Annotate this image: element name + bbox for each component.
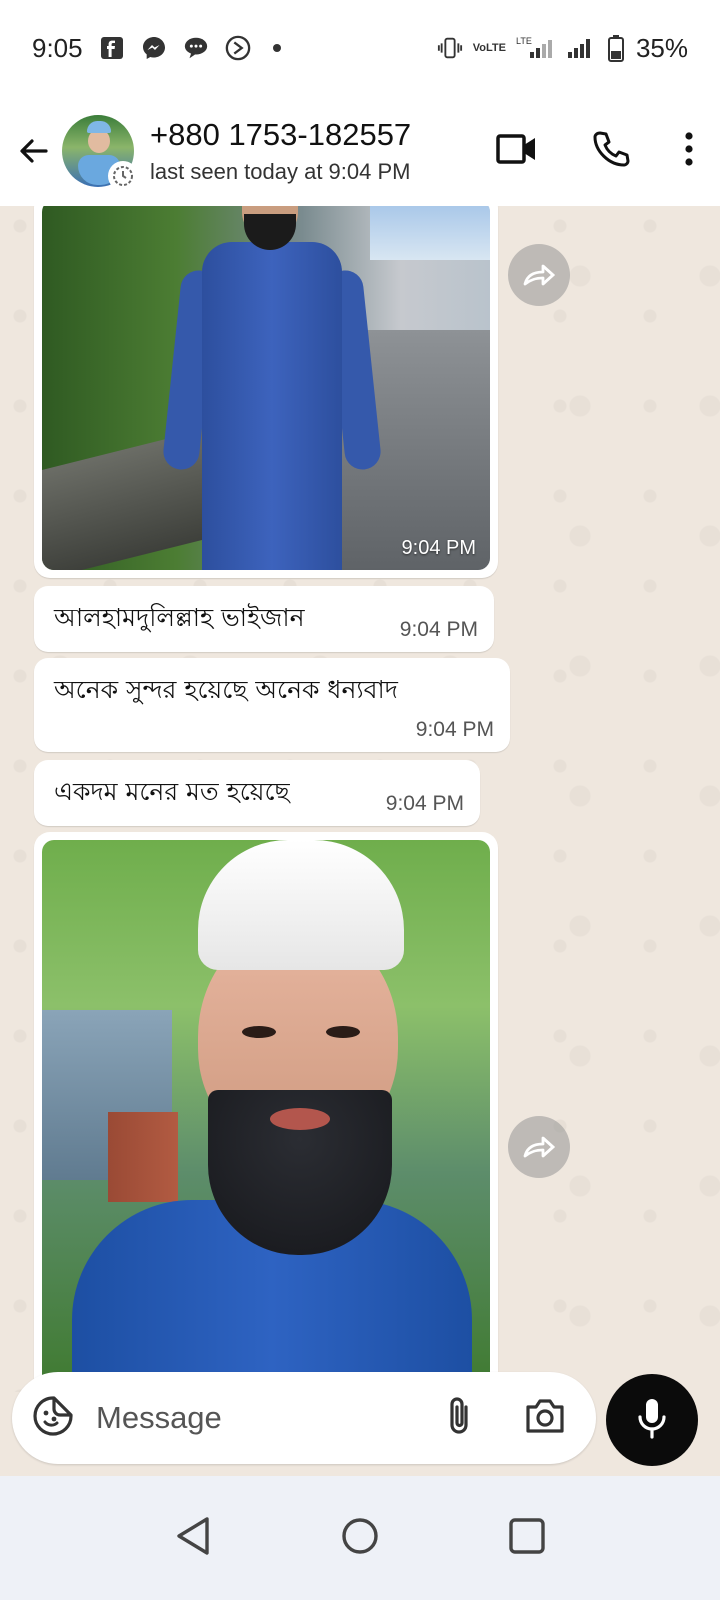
signal-1-icon: LTE — [516, 35, 556, 61]
text-message[interactable]: একদম মনের মত হয়েছে 9:04 PM — [34, 760, 480, 826]
image-message[interactable] — [34, 832, 498, 1392]
mic-icon — [637, 1397, 667, 1444]
status-time: 9:05 — [32, 32, 83, 63]
message-text: অনেক সুন্দর হয়েছে অনেক ধন্যবাদ — [54, 675, 398, 704]
recents-nav-icon[interactable] — [507, 1516, 547, 1561]
text-message[interactable]: আলহামদুলিল্লাহ ভাইজান 9:04 PM — [34, 586, 494, 652]
status-clock-icon — [108, 161, 138, 191]
message-text: আলহামদুলিল্লাহ ভাইজান — [54, 603, 305, 632]
text-message[interactable]: অনেক সুন্দর হয়েছে অনেক ধন্যবাদ 9:04 PM — [34, 658, 510, 752]
vibrate-icon — [437, 35, 463, 61]
image-message[interactable]: 9:04 PM — [34, 206, 498, 578]
message-time: 9:04 PM — [385, 792, 464, 815]
signal-2-icon — [566, 35, 596, 61]
contact-info[interactable]: +880 1753-182557 last seen today at 9:04… — [150, 117, 496, 185]
chat-bubbles-icon — [183, 35, 209, 61]
chat-header: +880 1753-182557 last seen today at 9:04… — [0, 96, 720, 206]
battery-percent: 35% — [635, 32, 688, 63]
more-options-icon[interactable] — [684, 131, 694, 171]
camera-icon[interactable] — [524, 1397, 566, 1440]
message-input[interactable]: Message — [96, 1400, 444, 1436]
forward-button[interactable] — [508, 1116, 570, 1178]
message-text: একদম মনের মত হয়েছে — [54, 777, 290, 806]
messenger-icon — [141, 35, 167, 61]
message-photo[interactable]: 9:04 PM — [42, 206, 490, 570]
message-composer[interactable]: Message — [12, 1372, 596, 1464]
avatar[interactable] — [62, 115, 138, 191]
volte-label: VoLTE — [472, 41, 506, 54]
back-nav-icon[interactable] — [173, 1515, 213, 1562]
play-circle-icon — [225, 35, 251, 61]
more-notifications-dot — [272, 44, 281, 52]
sticker-icon[interactable] — [32, 1395, 74, 1442]
back-arrow-icon[interactable] — [14, 131, 54, 171]
forward-button[interactable] — [508, 244, 570, 306]
last-seen: last seen today at 9:04 PM — [150, 159, 411, 184]
mic-button[interactable] — [606, 1374, 698, 1466]
message-time: 9:04 PM — [401, 537, 476, 559]
voice-call-icon[interactable] — [592, 130, 630, 173]
message-photo[interactable] — [42, 840, 490, 1392]
status-bar: 9:05 VoLTE LTE 35% — [0, 0, 720, 96]
system-nav-bar — [0, 1476, 720, 1600]
battery-icon — [606, 35, 626, 62]
chat-area[interactable]: 9:04 PM আলহামদুলিল্লাহ ভাইজান 9:04 PM অন… — [0, 206, 720, 1392]
message-time: 9:04 PM — [415, 718, 494, 741]
facebook-icon — [99, 35, 125, 61]
home-nav-icon[interactable] — [340, 1516, 380, 1561]
video-call-icon[interactable] — [496, 132, 538, 171]
contact-name: +880 1753-182557 — [150, 117, 412, 152]
message-time: 9:04 PM — [399, 618, 478, 641]
attach-icon[interactable] — [444, 1395, 474, 1442]
svg-text:LTE: LTE — [516, 36, 532, 46]
